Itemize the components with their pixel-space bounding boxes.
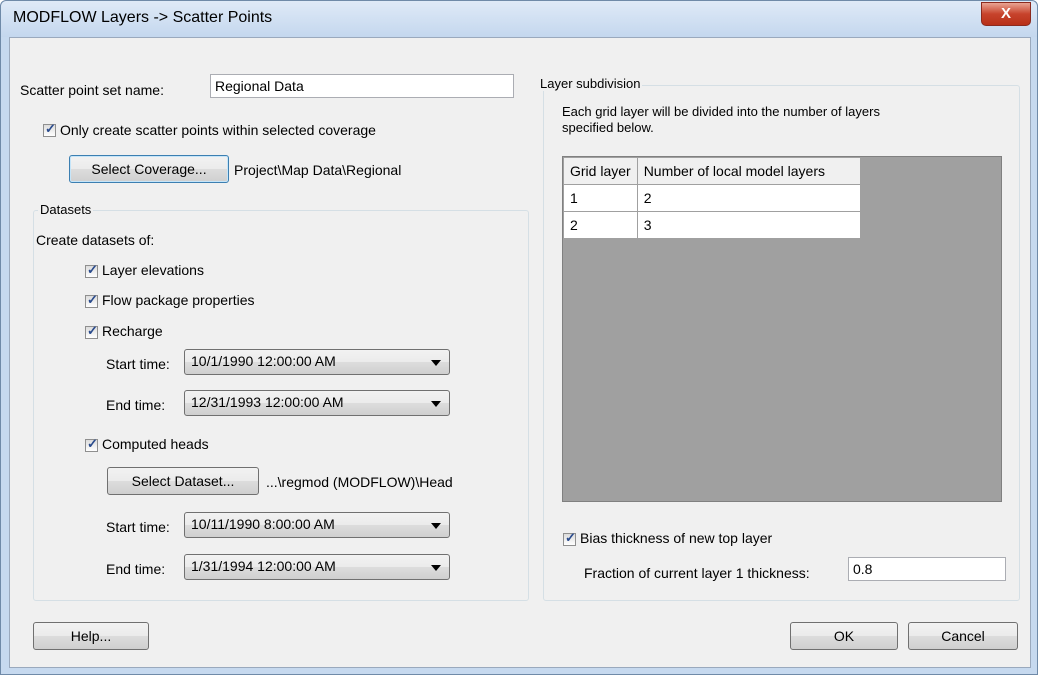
checkmark-icon: ✓ xyxy=(45,121,56,136)
cancel-button[interactable]: Cancel xyxy=(908,622,1018,650)
fraction-input[interactable]: 0.8 xyxy=(848,557,1006,581)
dialog-client-area: Scatter point set name: Regional Data ✓ … xyxy=(9,37,1031,668)
recharge-start-select[interactable]: 10/1/1990 12:00:00 AM xyxy=(184,349,450,375)
help-button[interactable]: Help... xyxy=(33,622,149,650)
layer-elevations-checkbox[interactable]: ✓ xyxy=(85,262,98,278)
subdivision-description-line1: Each grid layer will be divided into the… xyxy=(562,104,880,119)
window-title: MODFLOW Layers -> Scatter Points xyxy=(13,9,273,26)
close-button[interactable]: X xyxy=(981,2,1031,26)
cell-local-layers[interactable]: 2 xyxy=(636,184,861,212)
flow-package-label: Flow package properties xyxy=(102,292,255,308)
cell-grid-layer[interactable]: 1 xyxy=(563,184,638,212)
heads-end-select[interactable]: 1/31/1994 12:00:00 AM xyxy=(184,554,450,580)
dropdown-arrow-icon xyxy=(431,401,441,407)
close-icon: X xyxy=(1000,5,1011,22)
dataset-path: ...\regmod (MODFLOW)\Head xyxy=(266,474,453,490)
layer-subdivision-title: Layer subdivision xyxy=(538,76,643,91)
bias-thickness-label: Bias thickness of new top layer xyxy=(580,530,773,546)
layer-elevations-label: Layer elevations xyxy=(102,262,204,278)
bias-thickness-checkbox[interactable]: ✓ xyxy=(563,530,576,546)
select-coverage-button[interactable]: Select Coverage... xyxy=(69,155,229,183)
recharge-checkbox[interactable]: ✓ xyxy=(85,323,98,339)
table-header-row: Grid layer Number of local model layers xyxy=(563,157,861,185)
only-within-coverage-checkbox[interactable]: ✓ xyxy=(43,121,56,137)
subdivision-description-line2: specified below. xyxy=(562,120,654,135)
scatter-name-label: Scatter point set name: xyxy=(20,82,164,98)
create-datasets-label: Create datasets of: xyxy=(36,232,155,248)
recharge-end-label: End time: xyxy=(106,397,166,413)
recharge-end-select[interactable]: 12/31/1993 12:00:00 AM xyxy=(184,390,450,416)
dialog-window: MODFLOW Layers -> Scatter Points X Scatt… xyxy=(0,0,1038,675)
cell-local-layers[interactable]: 3 xyxy=(636,211,861,239)
fraction-label: Fraction of current layer 1 thickness: xyxy=(584,565,810,581)
heads-start-select[interactable]: 10/11/1990 8:00:00 AM xyxy=(184,512,450,538)
checkmark-icon: ✓ xyxy=(87,262,98,277)
heads-end-value: 1/31/1994 12:00:00 AM xyxy=(191,558,336,574)
heads-start-value: 10/11/1990 8:00:00 AM xyxy=(191,516,335,532)
scatter-name-input[interactable]: Regional Data xyxy=(210,74,514,98)
header-grid-layer[interactable]: Grid layer xyxy=(563,157,638,185)
datasets-group-title: Datasets xyxy=(38,202,94,217)
layer-table: Grid layer Number of local model layers … xyxy=(563,157,861,239)
ok-button[interactable]: OK xyxy=(790,622,898,650)
table-row: 2 3 xyxy=(563,211,861,239)
dropdown-arrow-icon xyxy=(431,565,441,571)
layer-grid[interactable]: Grid layer Number of local model layers … xyxy=(562,156,1002,502)
only-within-coverage-label: Only create scatter points within select… xyxy=(60,122,376,138)
heads-end-label: End time: xyxy=(106,561,166,577)
recharge-end-value: 12/31/1993 12:00:00 AM xyxy=(191,394,344,410)
checkmark-icon: ✓ xyxy=(87,323,98,338)
checkmark-icon: ✓ xyxy=(87,436,98,451)
coverage-path: Project\Map Data\Regional xyxy=(234,162,402,178)
cell-grid-layer[interactable]: 2 xyxy=(563,211,638,239)
recharge-start-label: Start time: xyxy=(106,356,170,372)
checkmark-icon: ✓ xyxy=(565,530,576,545)
dropdown-arrow-icon xyxy=(431,523,441,529)
computed-heads-label: Computed heads xyxy=(102,436,209,452)
header-local-layers[interactable]: Number of local model layers xyxy=(636,157,861,185)
recharge-label: Recharge xyxy=(102,323,163,339)
table-row: 1 2 xyxy=(563,184,861,212)
recharge-start-value: 10/1/1990 12:00:00 AM xyxy=(191,353,336,369)
computed-heads-checkbox[interactable]: ✓ xyxy=(85,436,98,452)
select-dataset-button[interactable]: Select Dataset... xyxy=(107,467,259,495)
dropdown-arrow-icon xyxy=(431,360,441,366)
title-bar[interactable]: MODFLOW Layers -> Scatter Points X xyxy=(1,1,1037,37)
checkmark-icon: ✓ xyxy=(87,292,98,307)
heads-start-label: Start time: xyxy=(106,519,170,535)
flow-package-checkbox[interactable]: ✓ xyxy=(85,292,98,308)
